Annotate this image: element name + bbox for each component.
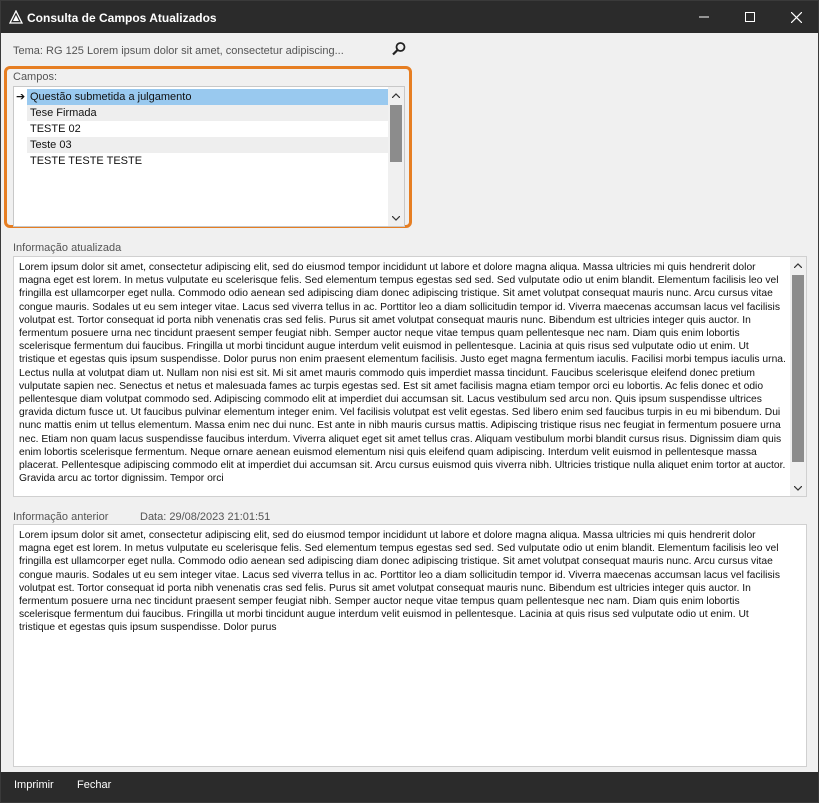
title-bar[interactable]: Consulta de Campos Atualizados — [1, 1, 818, 33]
info-atualizada-label: Informação atualizada — [13, 242, 122, 254]
list-item-teste-teste-teste[interactable]: TESTE TESTE TESTE — [27, 153, 389, 169]
chevron-down-icon — [392, 215, 400, 221]
scroll-thumb[interactable] — [792, 275, 804, 462]
chevron-up-icon — [794, 262, 802, 268]
list-item-questao[interactable]: Questão submetida a julgamento — [27, 89, 389, 105]
app-logo-icon — [9, 10, 23, 24]
info-atualizada-textbox[interactable]: Lorem ipsum dolor sit amet, consectetur … — [13, 256, 807, 497]
info-anterior-label: Informação anterior — [13, 511, 109, 523]
maximize-icon — [745, 12, 755, 22]
list-item-tese-firmada[interactable]: Tese Firmada — [27, 105, 389, 121]
campos-listbox[interactable]: ➔ Questão submetida a julgamento Tese Fi… — [13, 86, 405, 227]
info-atualizada-text: Lorem ipsum dolor sit amet, consectetur … — [19, 262, 786, 485]
campos-scrollbar[interactable] — [388, 87, 404, 226]
list-item-teste-02[interactable]: TESTE 02 — [27, 121, 389, 137]
chevron-up-icon — [392, 92, 400, 98]
scroll-thumb[interactable] — [390, 105, 402, 162]
info-anterior-date: Data: 29/08/2023 21:01:51 — [140, 511, 271, 523]
chevron-down-icon — [794, 485, 802, 491]
window-title: Consulta de Campos Atualizados — [27, 11, 217, 25]
scroll-down-button[interactable] — [388, 210, 404, 226]
close-label: Fechar — [77, 779, 112, 791]
minimize-button[interactable] — [681, 1, 727, 33]
dialog-window: Consulta de Campos Atualizados Tema: RG … — [0, 0, 819, 803]
maximize-button[interactable] — [727, 1, 773, 33]
close-icon — [790, 11, 802, 23]
campos-label: Campos: — [13, 71, 58, 83]
minimize-icon — [699, 16, 709, 18]
list-item-teste-03[interactable]: Teste 03 — [27, 137, 389, 153]
info-atualizada-scrollbar[interactable] — [790, 257, 806, 496]
scroll-down-button[interactable] — [790, 480, 806, 496]
search-icon — [392, 42, 406, 56]
print-button[interactable]: Imprimir — [14, 779, 54, 791]
footer-bar: Imprimir Fechar — [1, 772, 818, 802]
scroll-up-button[interactable] — [790, 257, 806, 273]
print-label: Imprimir — [14, 779, 54, 791]
tema-label: Tema: RG 125 Lorem ipsum dolor sit amet,… — [13, 45, 344, 57]
search-button[interactable] — [391, 41, 407, 57]
info-anterior-text: Lorem ipsum dolor sit amet, consectetur … — [19, 530, 780, 634]
close-window-button[interactable] — [773, 1, 819, 33]
close-button[interactable]: Fechar — [77, 779, 111, 791]
scroll-up-button[interactable] — [388, 87, 404, 103]
current-row-arrow-icon: ➔ — [16, 91, 26, 103]
info-anterior-textbox[interactable]: Lorem ipsum dolor sit amet, consectetur … — [13, 524, 807, 767]
